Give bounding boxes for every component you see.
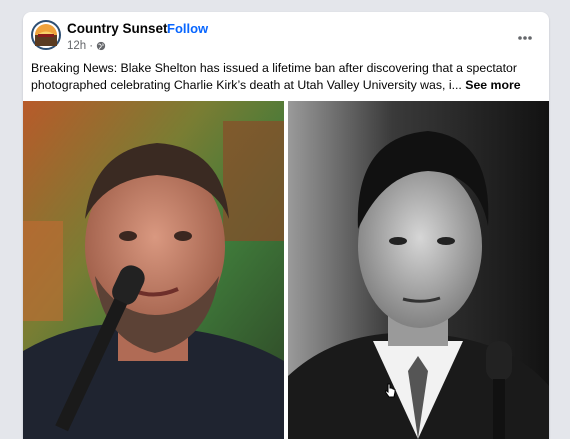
feed-background: Country Sunset · Follow 12h · Breaking N…	[0, 0, 570, 439]
post-text: Breaking News: Blake Shelton has issued …	[31, 60, 531, 93]
page-avatar[interactable]	[31, 20, 61, 50]
man-portrait-image	[288, 101, 549, 439]
sunset-logo-icon	[35, 24, 57, 46]
post-body-text: Breaking News: Blake Shelton has issued …	[31, 61, 517, 92]
post-timestamp[interactable]: 12h	[67, 40, 86, 52]
meta-separator: ·	[89, 40, 94, 52]
singer-photo-image	[23, 101, 284, 439]
facebook-post-card: Country Sunset · Follow 12h · Breaking N…	[23, 12, 549, 439]
see-more-link[interactable]: See more	[465, 78, 520, 92]
photo-singer-with-microphone[interactable]	[23, 101, 284, 439]
post-meta: 12h ·	[67, 39, 106, 53]
name-follow-separator: ·	[159, 21, 164, 36]
more-horizontal-icon	[518, 36, 532, 40]
post-header: Country Sunset · Follow 12h ·	[31, 20, 541, 54]
page-name-link[interactable]: Country Sunset	[67, 21, 168, 36]
more-options-button[interactable]	[513, 28, 537, 48]
globe-icon[interactable]	[96, 41, 106, 51]
follow-button[interactable]: Follow	[167, 21, 208, 36]
photo-man-black-and-white[interactable]	[288, 101, 549, 439]
post-media	[23, 101, 549, 439]
hand-cursor-icon	[384, 383, 396, 398]
